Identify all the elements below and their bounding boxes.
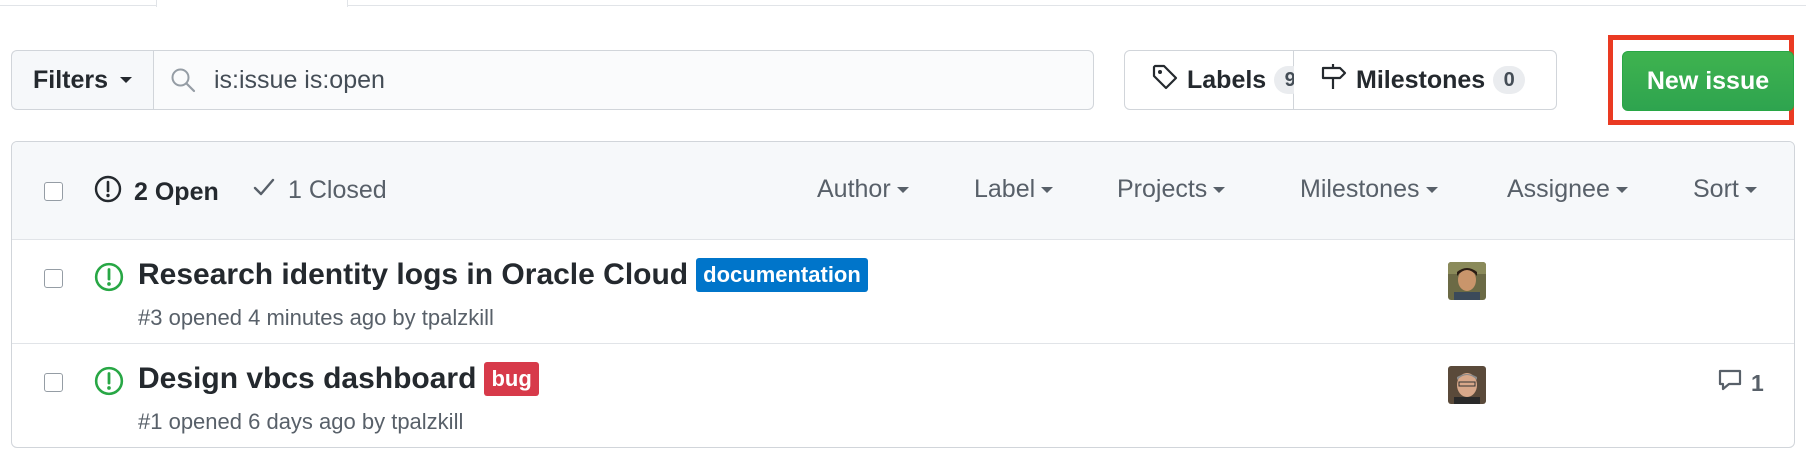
issue-checkbox[interactable]: [44, 269, 63, 288]
label-bug[interactable]: bug: [484, 362, 539, 396]
issue-checkbox[interactable]: [44, 373, 63, 392]
issues-list-header: 2 Open 1 Closed Author Label Projects Mi…: [12, 142, 1794, 240]
chevron-down-icon: [120, 77, 133, 83]
chevron-down-icon: [1213, 186, 1226, 193]
comments-link[interactable]: 1: [1717, 368, 1764, 398]
tag-icon: [1151, 63, 1179, 98]
issue-title-group: Research identity logs in Oracle Cloud d…: [138, 258, 868, 292]
search-box[interactable]: [153, 50, 1094, 110]
chevron-down-icon: [1744, 186, 1757, 193]
filter-menus: Author Label Projects Milestones Assigne…: [12, 175, 1794, 215]
label-documentation[interactable]: documentation: [696, 258, 868, 292]
new-issue-button[interactable]: New issue: [1622, 51, 1794, 111]
labels-button[interactable]: Labels 9: [1124, 50, 1307, 110]
tab-strip: [0, 0, 1806, 7]
filters-button[interactable]: Filters: [11, 50, 153, 110]
sort-menu-label: Sort: [1693, 175, 1739, 203]
chevron-down-icon: [1425, 186, 1438, 193]
chevron-down-icon: [896, 186, 909, 193]
active-tab-edge: [156, 0, 348, 7]
issue-opened-icon: [94, 366, 124, 396]
milestones-menu-label: Milestones: [1300, 175, 1420, 203]
sort-menu[interactable]: Sort: [1693, 175, 1757, 204]
milestones-count: 0: [1493, 66, 1526, 94]
issue-row: Research identity logs in Oracle Cloud d…: [12, 240, 1794, 344]
search-icon: [170, 65, 200, 95]
assignee-menu-label: Assignee: [1507, 175, 1610, 203]
label-menu-label: Label: [974, 175, 1036, 203]
issue-title-link[interactable]: Research identity logs in Oracle Cloud: [138, 258, 688, 292]
author-menu[interactable]: Author: [817, 175, 909, 204]
milestones-label: Milestones: [1356, 65, 1486, 94]
filters-search-group: Filters: [11, 50, 1094, 110]
milestones-button[interactable]: Milestones 0: [1294, 50, 1557, 110]
issue-meta: #3 opened 4 minutes ago by tpalzkill: [138, 305, 494, 330]
assignee-avatar[interactable]: [1448, 262, 1486, 300]
comment-icon: [1717, 368, 1743, 398]
milestone-icon: [1320, 63, 1348, 98]
projects-menu-label: Projects: [1117, 175, 1208, 203]
issue-title-link[interactable]: Design vbcs dashboard: [138, 362, 476, 396]
author-menu-label: Author: [817, 175, 891, 203]
comment-count: 1: [1751, 369, 1764, 396]
search-input[interactable]: [212, 64, 1016, 96]
chevron-down-icon: [1615, 186, 1628, 193]
label-menu[interactable]: Label: [974, 175, 1054, 204]
issue-row: Design vbcs dashboard bug #1 opened 6 da…: [12, 344, 1794, 447]
labels-milestones-group: Labels 9 Milestones 0: [1124, 50, 1557, 110]
issue-title-group: Design vbcs dashboard bug: [138, 362, 539, 396]
filters-label: Filters: [32, 65, 109, 94]
assignee-avatar[interactable]: [1448, 366, 1486, 404]
milestones-menu[interactable]: Milestones: [1300, 175, 1438, 204]
issues-list: 2 Open 1 Closed Author Label Projects Mi…: [11, 141, 1795, 448]
assignee-menu[interactable]: Assignee: [1507, 175, 1628, 204]
chevron-down-icon: [1041, 186, 1054, 193]
projects-menu[interactable]: Projects: [1117, 175, 1226, 204]
labels-label: Labels: [1187, 65, 1267, 94]
issue-opened-icon: [94, 262, 124, 292]
issue-meta: #1 opened 6 days ago by tpalzkill: [138, 409, 464, 434]
